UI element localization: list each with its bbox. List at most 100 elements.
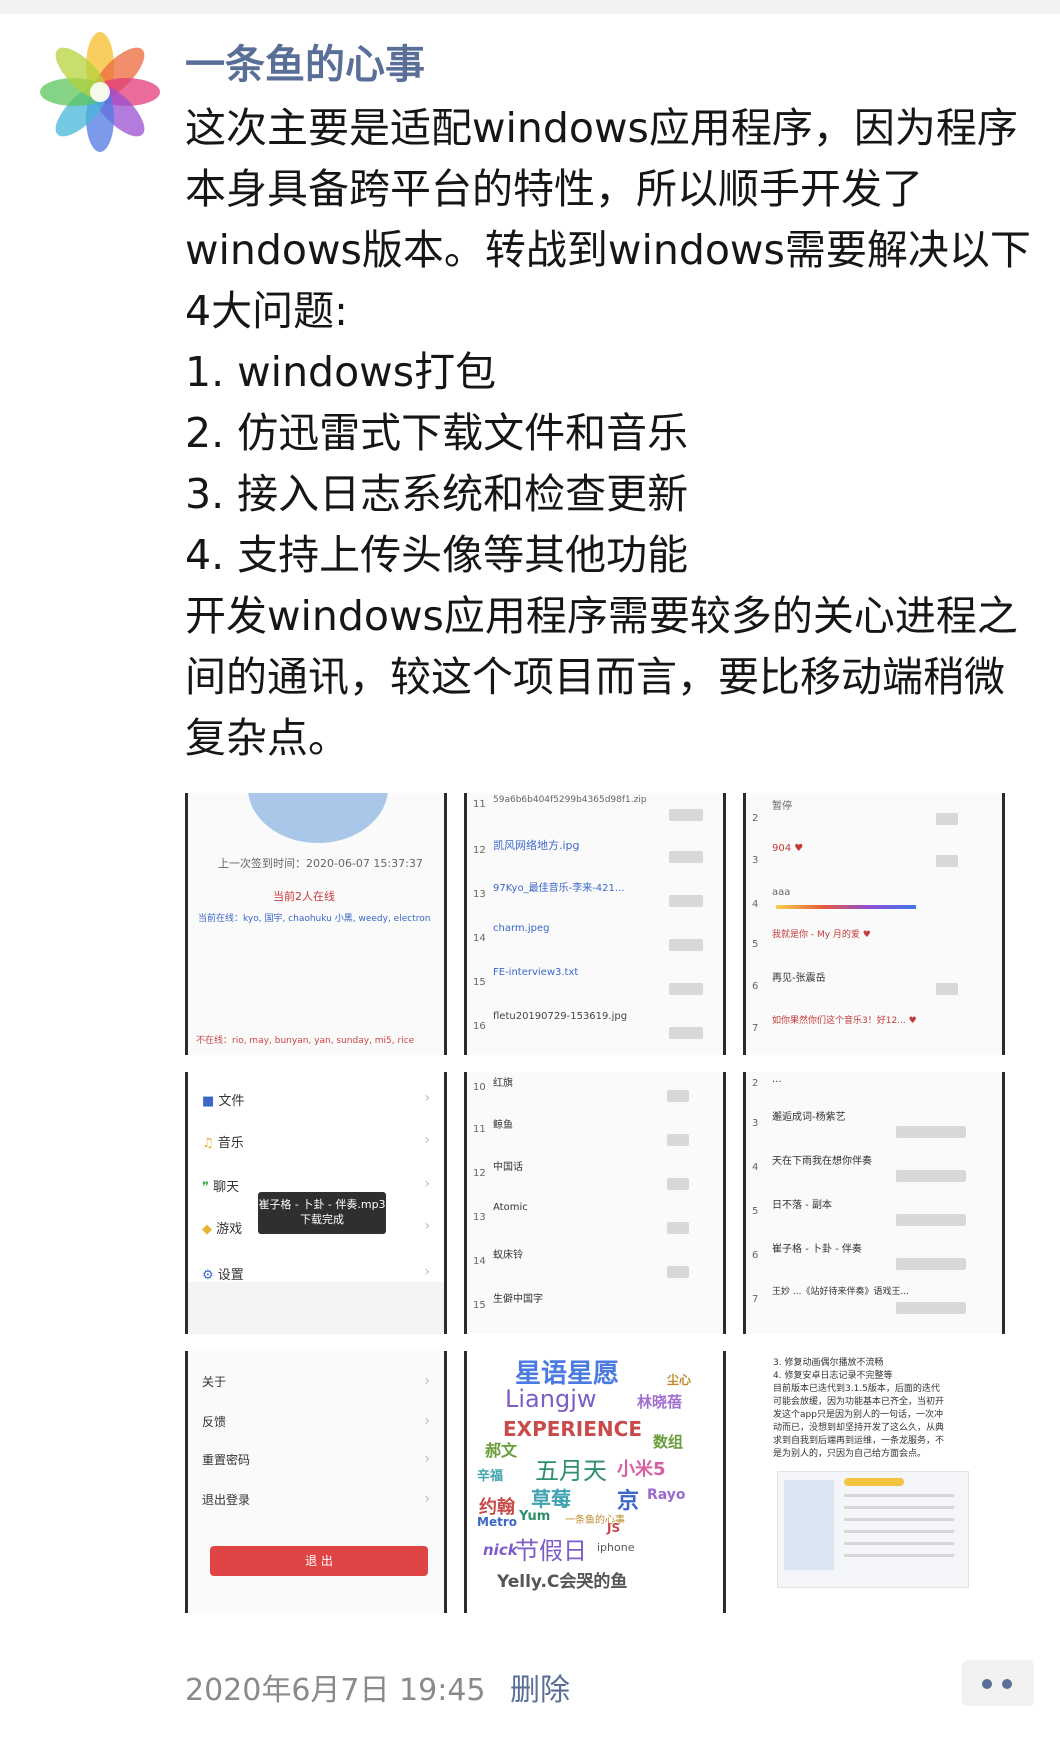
- cloud-word: 约翰: [479, 1497, 515, 1518]
- row-number: 15: [473, 977, 486, 988]
- changelog-line: 可能会放缓，因为功能基本已齐全，当初开: [773, 1397, 945, 1407]
- song-name: 蚁床铃: [493, 1250, 523, 1261]
- menu-item[interactable]: 退出登录: [202, 1491, 250, 1508]
- play-button[interactable]: [667, 1090, 689, 1102]
- download-button[interactable]: [669, 939, 703, 951]
- post-text: 这次主要是适配windows应用程序，因为程序本身具备跨平台的特性，所以顺手开发…: [185, 98, 1045, 769]
- chevron-right-icon: ›: [424, 1491, 430, 1507]
- download-progress: [896, 1258, 966, 1270]
- more-actions-button[interactable]: [962, 1660, 1034, 1706]
- download-name: 王妙 ...《站好待来伴奏》语戏王...: [772, 1287, 910, 1297]
- chevron-right-icon: ›: [424, 1132, 430, 1148]
- image-thumbnail-account[interactable]: 关于 › 反馈 › 重置密码 › 退出登录 › 退 出: [185, 1351, 447, 1613]
- menu-item[interactable]: ◆ 游戏: [202, 1218, 242, 1237]
- play-button[interactable]: [667, 1266, 689, 1278]
- download-button[interactable]: [669, 809, 703, 821]
- menu-item[interactable]: 关于: [202, 1373, 226, 1390]
- chevron-right-icon: ›: [424, 1451, 430, 1467]
- menu-item[interactable]: ⚙ 设置: [202, 1264, 244, 1283]
- file-name: FE-interview3.txt: [493, 967, 579, 978]
- online-list: 当前在线：kyo, 国宇, chaohuku 小黑, weedy, electr…: [198, 914, 431, 924]
- changelog-line: 是为别人的，只因为自己给方面会点。: [773, 1449, 927, 1459]
- download-name: 天在下雨我在想你伴奏: [772, 1156, 872, 1167]
- cloud-word: 小米5: [617, 1459, 666, 1480]
- cloud-word: 辛福: [477, 1469, 504, 1484]
- file-name: fletu20190729-153619.jpg: [493, 1011, 628, 1022]
- menu-item[interactable]: 重置密码: [202, 1451, 250, 1468]
- delete-link[interactable]: 删除: [510, 1665, 570, 1709]
- screenshot-preview: [777, 1471, 969, 1588]
- signin-time: 上一次签到时间：2020-06-07 15:37:37: [218, 857, 423, 870]
- chevron-right-icon: ›: [424, 1413, 430, 1429]
- play-button[interactable]: [936, 983, 958, 995]
- menu-item[interactable]: ♫ 音乐: [202, 1132, 244, 1151]
- row-number: 11: [473, 1124, 486, 1135]
- menu-label: 设置: [217, 1268, 244, 1283]
- menu-item[interactable]: 反馈: [202, 1413, 226, 1430]
- song-name: 暂停: [772, 801, 792, 812]
- image-grid: 上一次签到时间：2020-06-07 15:37:37 当前2人在线 当前在线：…: [185, 793, 1005, 1613]
- menu-label: 聊天: [213, 1180, 240, 1195]
- cloud-word: 节假日: [515, 1537, 587, 1565]
- dot-icon: [982, 1679, 992, 1689]
- row-number: 4: [752, 1162, 759, 1173]
- image-thumbnail-menu[interactable]: ■ 文件 › ♫ 音乐 › ❞ 聊天 › ◆ 游戏 › ⚙ 设置 › 崔子格 -…: [185, 1072, 447, 1334]
- play-button[interactable]: [667, 1134, 689, 1146]
- menu-item[interactable]: ■ 文件: [202, 1090, 244, 1109]
- logout-button[interactable]: 退 出: [210, 1546, 428, 1576]
- row-number: 5: [752, 939, 759, 950]
- image-thumbnail-wordcloud[interactable]: 星语星愿 Liangjw EXPERIENCE 五月天 小米5 草莓 京 Ray…: [464, 1351, 726, 1613]
- menu-label: 音乐: [217, 1136, 244, 1151]
- row-number: 5: [752, 1206, 759, 1217]
- play-button[interactable]: [667, 1178, 689, 1190]
- playback-progress[interactable]: [776, 905, 916, 909]
- download-button[interactable]: [669, 895, 703, 907]
- play-button[interactable]: [667, 1222, 689, 1234]
- row-number: 2: [752, 813, 759, 824]
- post-list-item: 1. windows打包: [185, 348, 497, 396]
- image-thumbnail-downloads[interactable]: 2 ... 3 邂逅成词-杨紫艺 4 天在下雨我在想你伴奏 5 日不落 - 副本…: [743, 1072, 1005, 1334]
- row-number: 7: [752, 1294, 759, 1305]
- row-number: 10: [473, 1082, 486, 1093]
- online-count: 当前2人在线: [273, 890, 335, 903]
- download-progress: [896, 1214, 966, 1226]
- cloud-word: 数组: [653, 1433, 684, 1451]
- play-button[interactable]: [936, 855, 958, 867]
- row-number: 6: [752, 1250, 759, 1261]
- profile-avatar-circle: [248, 793, 388, 843]
- chevron-right-icon: ›: [424, 1373, 430, 1389]
- cloud-word: nick: [483, 1541, 518, 1559]
- image-thumbnail-profile[interactable]: 上一次签到时间：2020-06-07 15:37:37 当前2人在线 当前在线：…: [185, 793, 447, 1055]
- post-list-item: 3. 接入日志系统和检查更新: [185, 470, 689, 518]
- image-thumbnail-songs[interactable]: 10 红旗 11 鲸鱼 12 中国话 13 Atomic 14 蚁床铃 15 生…: [464, 1072, 726, 1334]
- song-name: aaa: [772, 887, 791, 898]
- cloud-word: 林晓蓓: [637, 1393, 683, 1411]
- download-progress: [896, 1170, 966, 1182]
- download-button[interactable]: [669, 983, 703, 995]
- image-thumbnail-files[interactable]: 11 59a6b6b404f5299b4365d98f1.zip 12 凯风网络…: [464, 793, 726, 1055]
- post-paragraph: 这次主要是适配windows应用程序，因为程序本身具备跨平台的特性，所以顺手开发…: [185, 104, 1031, 335]
- changelog-line: 3. 修复动画偶尔播放不流畅: [773, 1358, 884, 1368]
- cloud-word: iphone: [597, 1541, 635, 1554]
- row-number: 16: [473, 1021, 486, 1032]
- download-button[interactable]: [669, 851, 703, 863]
- image-thumbnail-changelog[interactable]: 3. 修复动画偶尔播放不流畅 4. 修复安卓日志记录不完整等 目前版本已迭代到3…: [743, 1351, 1005, 1613]
- row-number: 3: [752, 855, 759, 866]
- image-thumbnail-music[interactable]: 2 暂停 3 904 ♥ 4 aaa 5 我就是你 - My 月的爱 ♥ 6 再…: [743, 793, 1005, 1055]
- download-button[interactable]: [669, 1027, 703, 1039]
- file-name: 凯风网络地方.ipg: [493, 839, 580, 852]
- post-paragraph: 开发windows应用程序需要较多的关心进程之间的通讯，较这个项目而言，要比移动…: [185, 592, 1018, 762]
- download-progress: [896, 1126, 966, 1138]
- cloud-word: 草莓: [531, 1487, 571, 1511]
- dot-icon: [1002, 1679, 1012, 1689]
- play-button[interactable]: [936, 813, 958, 825]
- chevron-right-icon: ›: [424, 1090, 430, 1106]
- changelog-line: 4. 修复安卓日志记录不完整等: [773, 1371, 893, 1381]
- menu-item[interactable]: ❞ 聊天: [202, 1176, 239, 1195]
- download-name: 崔子格 - 卜卦 - 伴奏: [772, 1244, 862, 1255]
- top-divider: [0, 0, 1060, 14]
- download-toast: 崔子格 - 卜卦 - 伴奏.mp3下载完成: [258, 1192, 386, 1234]
- author-name[interactable]: 一条鱼的心事: [185, 32, 425, 90]
- avatar[interactable]: [40, 32, 160, 152]
- download-name: 邂逅成词-杨紫艺: [772, 1112, 846, 1123]
